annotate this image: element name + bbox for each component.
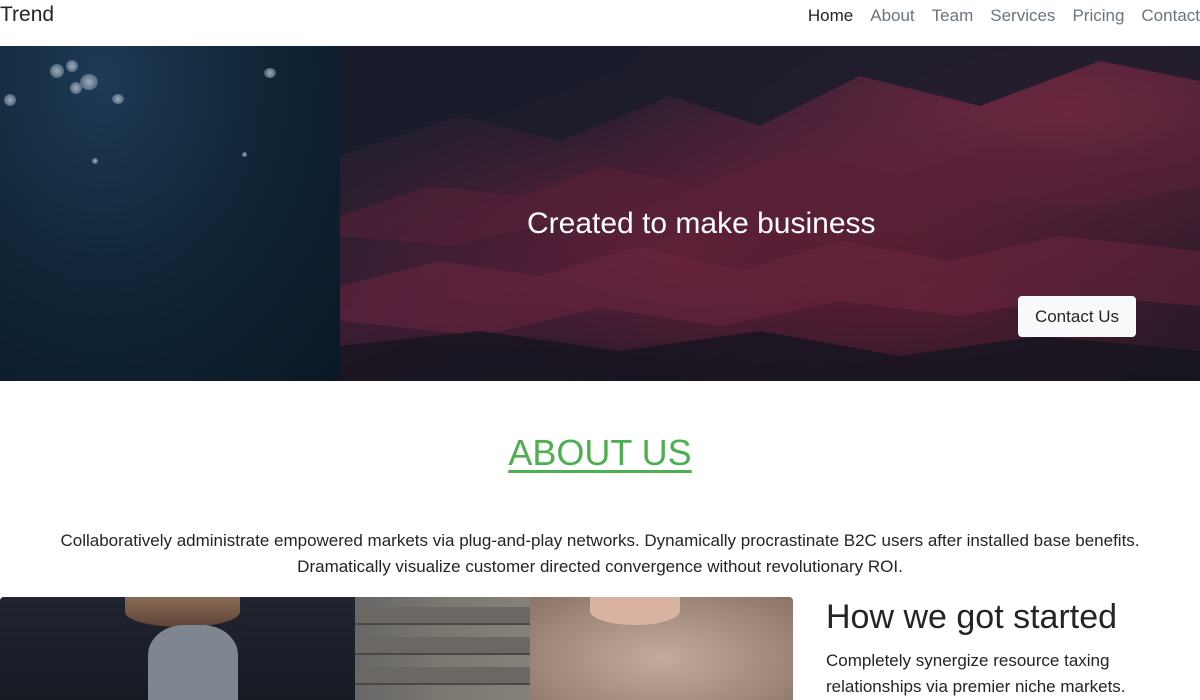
about-text-line: Collaboratively administrate empowered m… xyxy=(60,531,1140,550)
about-heading: ABOUT US xyxy=(508,432,692,473)
team-photo xyxy=(0,597,793,700)
brand-logo[interactable]: Trend xyxy=(0,3,54,27)
started-description: Completely synergize resource taxing rel… xyxy=(826,651,1126,696)
bubble xyxy=(4,94,16,106)
nav-link-home[interactable]: Home xyxy=(791,5,853,27)
bubble xyxy=(80,74,98,90)
hero-title: Created to make business xyxy=(527,207,876,240)
nav-link-services[interactable]: Services xyxy=(973,5,1055,27)
bubble xyxy=(70,82,82,94)
navbar: Trend Home About Team Services Pricing C… xyxy=(0,0,1200,46)
nav-links: Home About Team Services Pricing Contact xyxy=(791,5,1200,27)
bubble xyxy=(264,68,276,78)
nav-link-team[interactable]: Team xyxy=(915,5,974,27)
hero-carousel: Created to make business Contact Us xyxy=(0,46,1200,381)
bubble xyxy=(50,64,64,78)
started-heading: How we got started xyxy=(826,598,1118,636)
nav-link-about[interactable]: About xyxy=(853,5,914,27)
nav-link-pricing[interactable]: Pricing xyxy=(1055,5,1124,27)
about-description: Collaboratively administrate empowered m… xyxy=(0,528,1200,580)
about-text-line: Dramatically visualize customer directed… xyxy=(297,557,903,576)
bubble xyxy=(92,158,98,164)
nav-link-contact[interactable]: Contact xyxy=(1124,5,1200,27)
bubble xyxy=(242,152,247,157)
bubble xyxy=(112,94,124,104)
bubble xyxy=(66,60,78,72)
hero-image-water xyxy=(0,46,340,381)
contact-us-button[interactable]: Contact Us xyxy=(1018,296,1136,337)
